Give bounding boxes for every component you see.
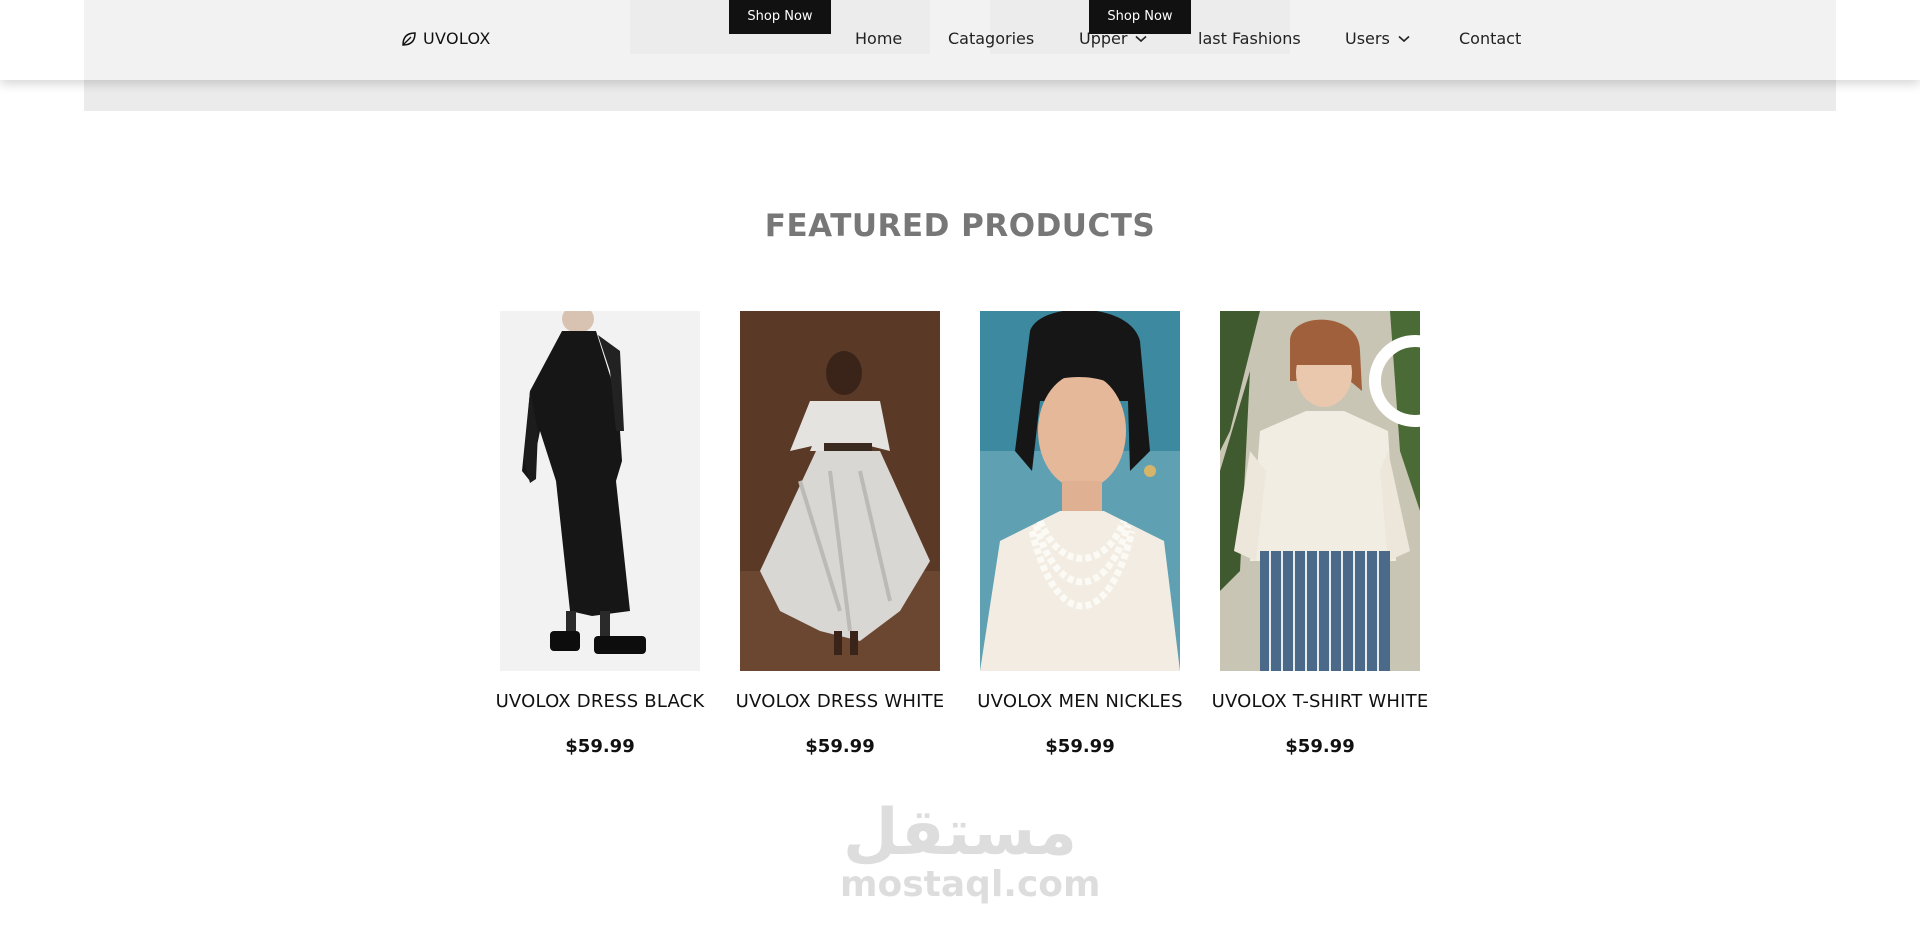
- nav-home[interactable]: Home: [855, 29, 902, 48]
- product-price: $59.99: [1045, 736, 1115, 757]
- product-card[interactable]: UVOLOX DRESS WHITE $59.99: [736, 311, 944, 757]
- product-name[interactable]: UVOLOX T-SHIRT WHITE: [1180, 691, 1460, 712]
- nav-contact-label: Contact: [1459, 29, 1522, 48]
- nav-last-fashions-label: last Fashions: [1198, 29, 1301, 48]
- nav-home-label: Home: [855, 29, 903, 48]
- nav-users-label: Users: [1345, 29, 1390, 48]
- product-price: $59.99: [1285, 736, 1355, 757]
- mostaql-watermark: مستقل mostaql.com: [840, 796, 1101, 910]
- nav-last-fashions[interactable]: last Fashions: [1198, 29, 1301, 48]
- product-name[interactable]: UVOLOX MEN NICKLES: [940, 691, 1220, 712]
- product-image[interactable]: [740, 311, 940, 671]
- product-price: $59.99: [805, 736, 875, 757]
- product-name[interactable]: UVOLOX DRESS BLACK: [460, 691, 740, 712]
- nav-contact[interactable]: Contact: [1459, 29, 1521, 48]
- main-nav: Home Catagories Upper last Fashions User…: [0, 29, 1920, 51]
- product-card[interactable]: UVOLOX T-SHIRT WHITE $59.99: [1212, 311, 1428, 757]
- product-name[interactable]: UVOLOX DRESS WHITE: [700, 691, 980, 712]
- watermark-arabic: مستقل: [842, 796, 1078, 870]
- section-title: FEATURED PRODUCTS: [764, 208, 1156, 244]
- product-image[interactable]: [1220, 311, 1420, 671]
- product-price: $59.99: [565, 736, 635, 757]
- shop-now-button[interactable]: Shop Now: [729, 0, 831, 34]
- product-card[interactable]: UVOLOX MEN NICKLES $59.99: [977, 311, 1183, 757]
- nav-categories-label: Catagories: [948, 29, 1035, 48]
- nav-users-dropdown[interactable]: Users: [1345, 29, 1410, 48]
- shop-now-button[interactable]: Shop Now: [1089, 0, 1191, 34]
- site-header: UVOLOX Home Catagories Upper last Fashio…: [0, 0, 1920, 80]
- product-card[interactable]: UVOLOX DRESS BLACK $59.99: [496, 311, 704, 757]
- chevron-down-icon: [1135, 35, 1147, 42]
- product-image[interactable]: [500, 311, 700, 671]
- nav-categories[interactable]: Catagories: [948, 29, 1034, 48]
- watermark-latin: mostaql.com: [840, 864, 1101, 905]
- product-image[interactable]: [980, 311, 1180, 671]
- chevron-down-icon: [1398, 35, 1410, 42]
